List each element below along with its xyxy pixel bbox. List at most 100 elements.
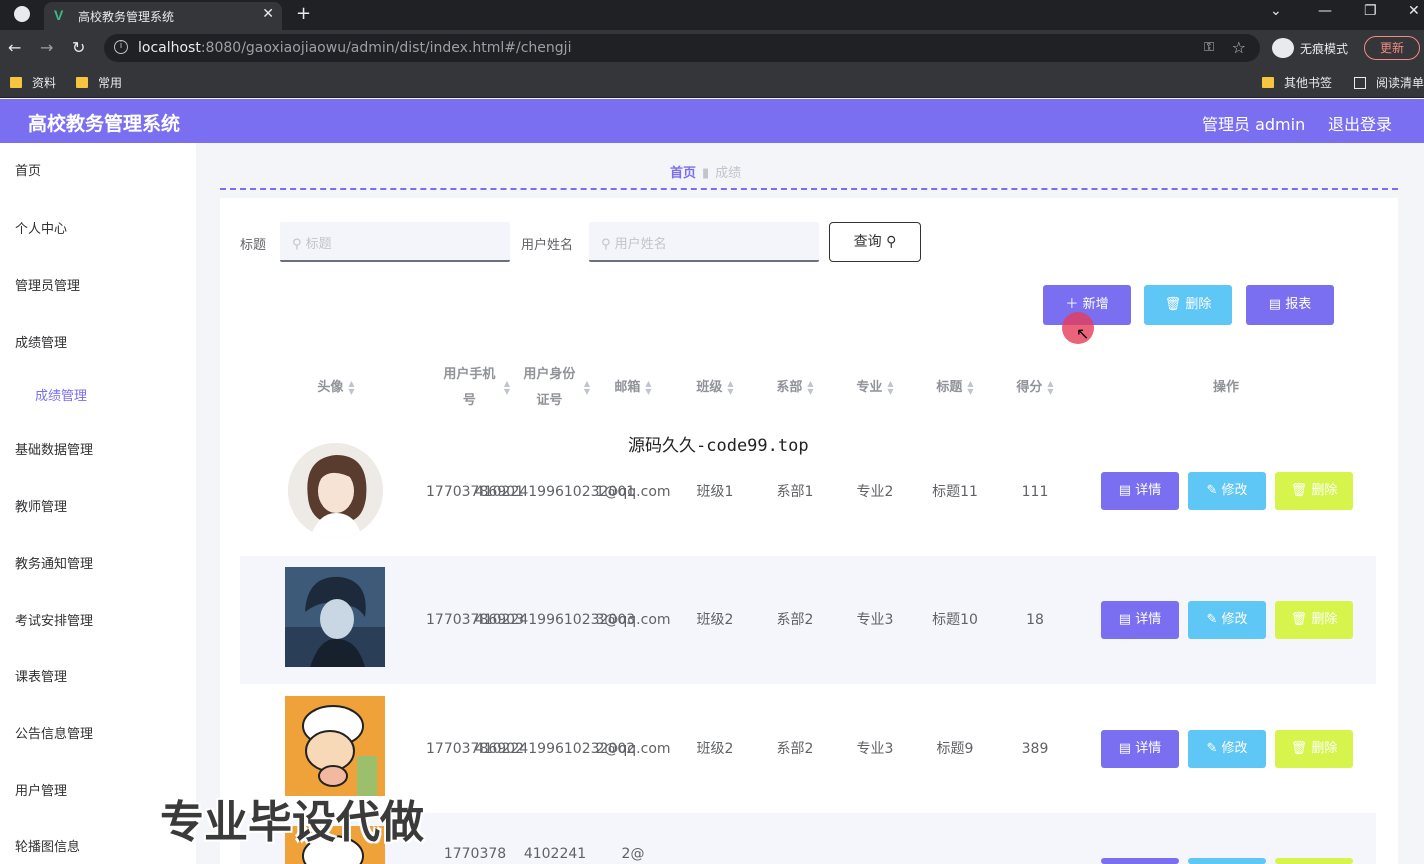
sidebar-item-admins[interactable]: 管理员管理 bbox=[15, 275, 80, 294]
report-button[interactable]: ▤ 报表 bbox=[1246, 285, 1334, 325]
tab-title: 高校教务管理系统 bbox=[78, 10, 175, 24]
bookmarks-bar: 资料 常用 其他书签 阅读清单 bbox=[0, 66, 1424, 98]
app-title: 高校教务管理系统 bbox=[28, 113, 181, 135]
detail-button[interactable]: ▤ 详情 bbox=[1101, 601, 1179, 639]
sidebar-item-users[interactable]: 用户管理 bbox=[15, 780, 67, 799]
document-icon: ▤ bbox=[1118, 741, 1132, 756]
column-header-avatar[interactable]: 头像 ▲ ▼ bbox=[286, 358, 386, 418]
column-header-dept[interactable]: 系部 ▲ ▼ bbox=[758, 358, 832, 418]
cell-major: 专业2 bbox=[856, 483, 894, 500]
delete-button[interactable]: 🗑 删除 bbox=[1275, 601, 1353, 639]
delete-button[interactable]: 🗑 删除 bbox=[1275, 472, 1353, 510]
back-icon[interactable]: ← bbox=[8, 38, 21, 57]
bookmark-star-icon[interactable]: ☆ bbox=[1232, 38, 1246, 57]
sidebar-item-profile[interactable]: 个人中心 bbox=[15, 218, 67, 237]
reading-list[interactable]: 阅读清单 bbox=[1354, 74, 1424, 91]
column-header-major[interactable]: 专业 ▲ ▼ bbox=[838, 358, 912, 418]
folder-icon bbox=[76, 77, 88, 88]
breadcrumb-home[interactable]: 首页 bbox=[670, 166, 696, 181]
sidebar-item-carousel[interactable]: 轮播图信息 bbox=[15, 836, 80, 855]
browser-tab[interactable]: V 高校教务管理系统 ✕ bbox=[44, 2, 282, 30]
column-header-email[interactable]: 邮箱 ▲ ▼ bbox=[598, 358, 668, 418]
edit-button[interactable] bbox=[1188, 858, 1266, 864]
detail-button[interactable]: ▤ 详情 bbox=[1101, 730, 1179, 768]
cell-title: 标题9 bbox=[936, 740, 974, 757]
bookmark-folder[interactable]: 常用 bbox=[76, 74, 122, 91]
sidebar-item-announcements[interactable]: 公告信息管理 bbox=[15, 723, 93, 742]
detail-button[interactable] bbox=[1101, 858, 1179, 864]
sort-icon[interactable]: ▲ ▼ bbox=[348, 380, 354, 396]
batch-delete-button[interactable]: 🗑 删除 bbox=[1144, 285, 1232, 325]
close-tab-icon[interactable]: ✕ bbox=[262, 6, 274, 22]
sidebar-item-teachers[interactable]: 教师管理 bbox=[15, 496, 67, 515]
trash-icon: 🗑 bbox=[1290, 483, 1308, 498]
vue-favicon-icon: V bbox=[54, 7, 64, 23]
bookmark-folder[interactable]: 资料 bbox=[10, 74, 56, 91]
app-header: 高校教务管理系统 管理员 admin 退出登录 bbox=[0, 99, 1424, 143]
cell-email: 3@qq.com bbox=[595, 611, 671, 628]
reload-icon[interactable]: ↻ bbox=[72, 38, 85, 57]
close-window-icon[interactable]: ✕ bbox=[1408, 3, 1420, 19]
edit-button[interactable]: ✎ 修改 bbox=[1188, 472, 1266, 510]
sidebar-item-timetable[interactable]: 课表管理 bbox=[15, 666, 67, 685]
cell-email: 1@qq.com bbox=[595, 483, 671, 500]
site-info-icon[interactable]: i bbox=[114, 40, 128, 54]
cell-class: 班级2 bbox=[696, 740, 734, 757]
cell-title: 标题10 bbox=[932, 611, 978, 628]
column-header-idcard[interactable]: 用户身份证号 ▲ ▼ bbox=[520, 358, 590, 418]
sort-icon[interactable]: ▲ ▼ bbox=[887, 380, 893, 396]
column-header-phone[interactable]: 用户手机号 ▲ ▼ bbox=[440, 358, 510, 418]
query-button[interactable]: 查询 ⚲ bbox=[829, 222, 921, 262]
cell-email: 2@ bbox=[621, 845, 645, 862]
sidebar-subitem-grades[interactable]: 成绩管理 bbox=[35, 385, 87, 404]
cell-idcard: 410224199610232002 bbox=[474, 740, 636, 757]
logout-link[interactable]: 退出登录 bbox=[1328, 111, 1392, 135]
address-bar: ← → ↻ i localhost:8080/gaoxiaojiaowu/adm… bbox=[0, 30, 1424, 66]
tab-search-icon[interactable]: ⌄ bbox=[1270, 3, 1282, 19]
sort-icon[interactable]: ▲ ▼ bbox=[967, 380, 973, 396]
cell-score: 389 bbox=[1021, 740, 1049, 757]
edit-button[interactable]: ✎ 修改 bbox=[1188, 601, 1266, 639]
password-key-icon[interactable]: ⚿ bbox=[1204, 40, 1214, 55]
update-button[interactable]: 更新 bbox=[1364, 36, 1420, 60]
title-placeholder: ⚲ 标题 bbox=[292, 237, 332, 252]
incognito-icon bbox=[1272, 38, 1294, 58]
name-search-input[interactable]: ⚲ 用户姓名 bbox=[589, 222, 819, 262]
forward-icon[interactable]: → bbox=[40, 38, 53, 57]
detail-button[interactable]: ▤ 详情 bbox=[1101, 472, 1179, 510]
sidebar-item-grades[interactable]: 成绩管理 bbox=[15, 332, 67, 351]
trash-icon: 🗑 bbox=[1290, 612, 1308, 627]
sort-icon[interactable]: ▲ ▼ bbox=[727, 380, 733, 396]
cell-dept: 系部1 bbox=[776, 483, 814, 500]
delete-button[interactable] bbox=[1275, 858, 1353, 864]
maximize-icon[interactable]: ❐ bbox=[1364, 3, 1377, 19]
column-header-title[interactable]: 标题 ▲ ▼ bbox=[918, 358, 992, 418]
url-input[interactable]: i localhost:8080/gaoxiaojiaowu/admin/dis… bbox=[104, 34, 1260, 62]
title-search-input[interactable]: ⚲ 标题 bbox=[280, 222, 510, 262]
plus-icon: ＋ bbox=[1065, 297, 1079, 312]
sort-icon[interactable]: ▲ ▼ bbox=[1047, 380, 1053, 396]
pencil-icon: ✎ bbox=[1206, 483, 1218, 498]
sidebar-item-notices[interactable]: 教务通知管理 bbox=[15, 553, 93, 572]
browser-logo-icon bbox=[14, 6, 30, 22]
edit-button[interactable]: ✎ 修改 bbox=[1188, 730, 1266, 768]
delete-button[interactable]: 🗑 删除 bbox=[1275, 730, 1353, 768]
column-header-class[interactable]: 班级 ▲ ▼ bbox=[678, 358, 752, 418]
sort-icon[interactable]: ▲ ▼ bbox=[807, 380, 813, 396]
user-avatar bbox=[285, 567, 385, 667]
sort-icon[interactable]: ▲ ▼ bbox=[504, 380, 510, 396]
promo-overlay: 专业毕设代做 bbox=[160, 797, 424, 848]
sort-icon[interactable]: ▲ ▼ bbox=[584, 380, 590, 396]
cell-dept: 系部2 bbox=[776, 611, 814, 628]
column-header-score[interactable]: 得分 ▲ ▼ bbox=[998, 358, 1072, 418]
cell-major: 专业3 bbox=[856, 740, 894, 757]
minimize-icon[interactable]: — bbox=[1318, 3, 1332, 19]
sidebar-item-home[interactable]: 首页 bbox=[15, 160, 41, 179]
other-bookmarks[interactable]: 其他书签 bbox=[1262, 74, 1332, 91]
sidebar-item-exams[interactable]: 考试安排管理 bbox=[15, 610, 93, 629]
sort-icon[interactable]: ▲ ▼ bbox=[645, 380, 651, 396]
cell-idcard: 4102241 bbox=[523, 845, 587, 862]
new-tab-icon[interactable]: + bbox=[296, 3, 311, 24]
avatar-girl-illustration bbox=[288, 443, 383, 538]
sidebar-item-basic-data[interactable]: 基础数据管理 bbox=[15, 439, 93, 458]
